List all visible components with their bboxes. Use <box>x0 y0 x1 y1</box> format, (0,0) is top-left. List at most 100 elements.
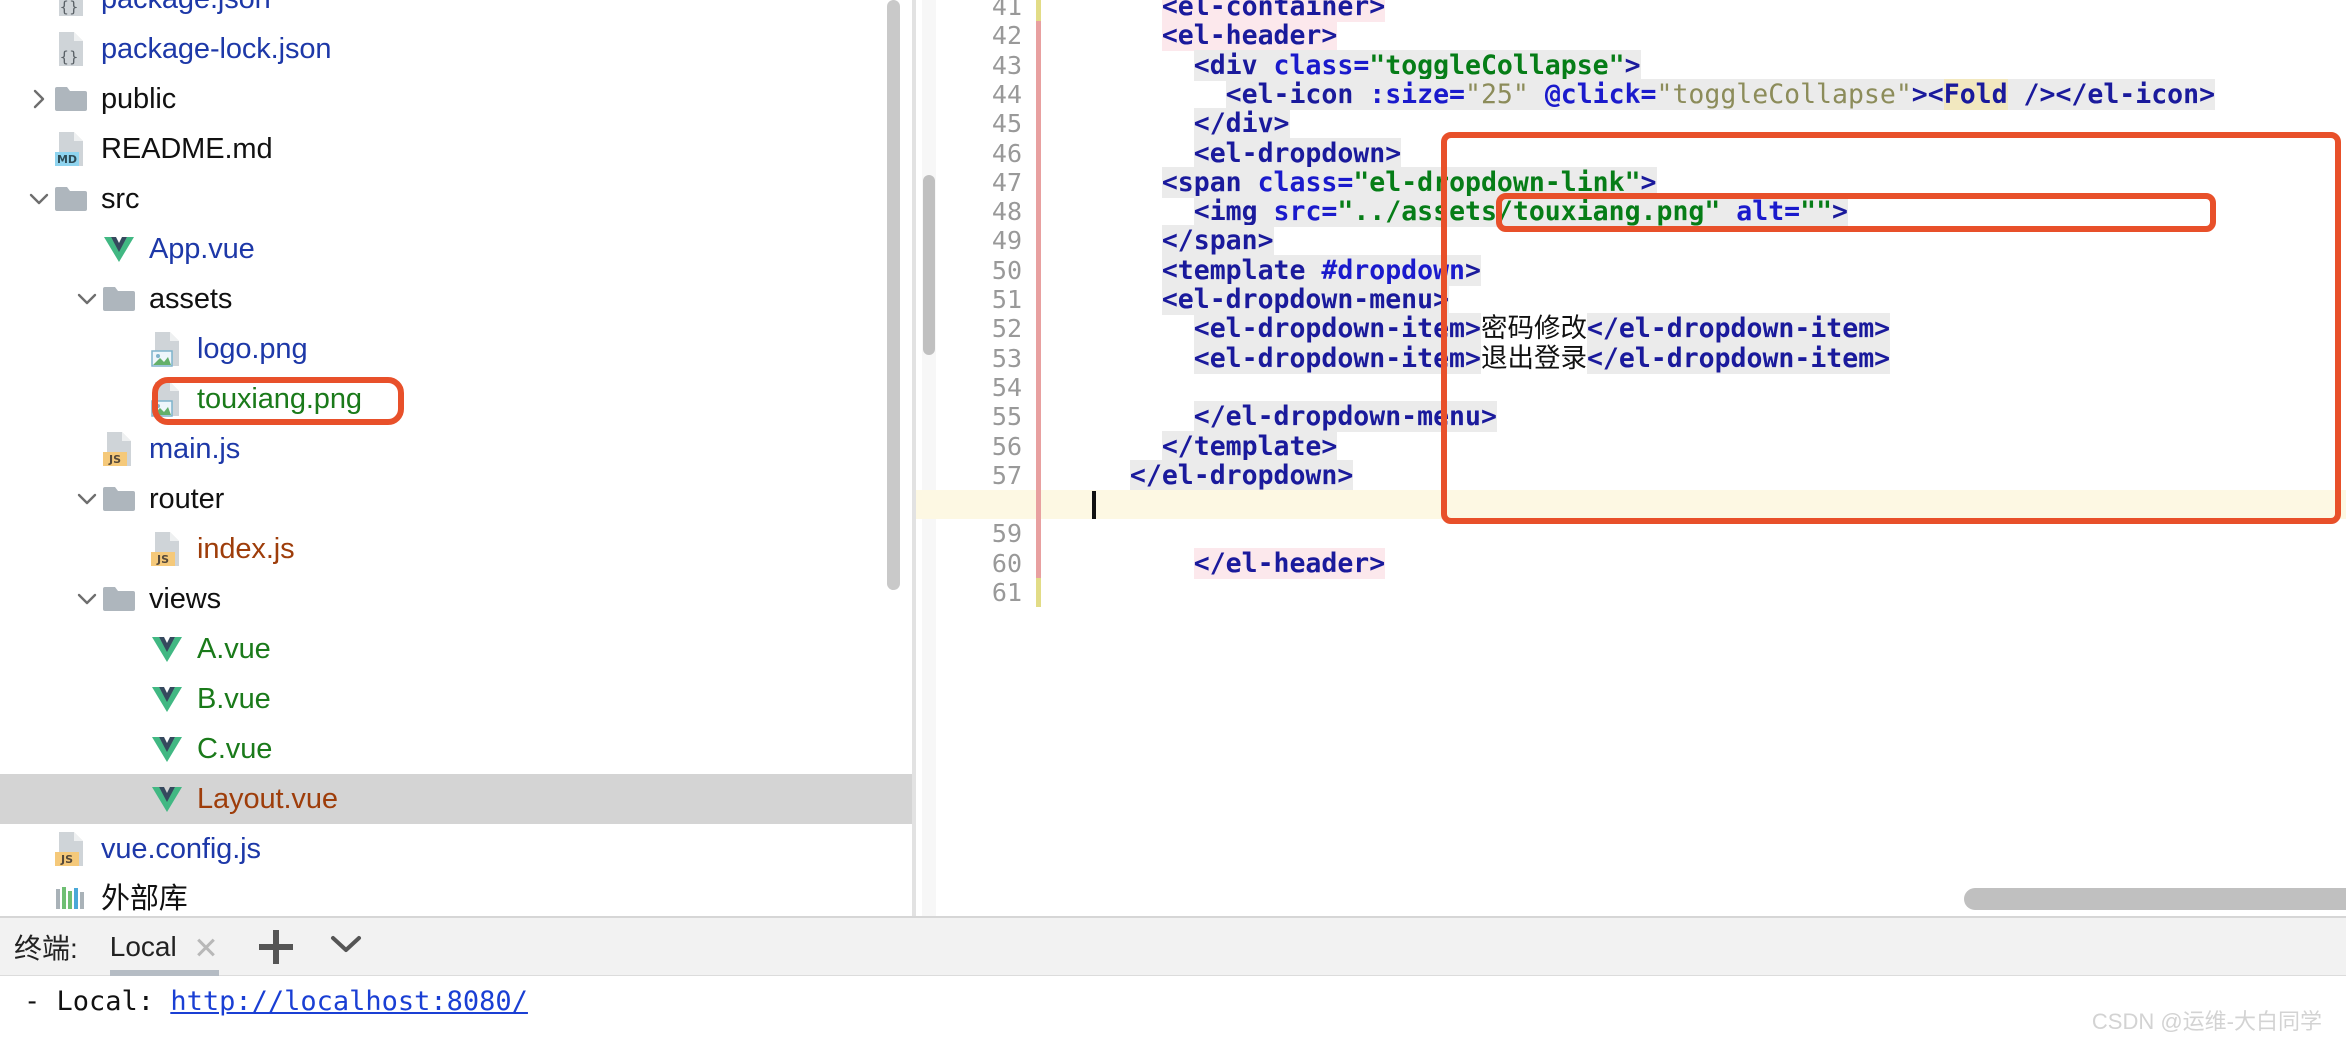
vue-file-icon <box>148 680 186 718</box>
tree-item-label: router <box>149 482 225 515</box>
code-line-50[interactable]: <template #dropdown> <box>1098 254 2346 286</box>
tree-arrow-placeholder <box>26 836 52 862</box>
project-tree-scroll[interactable]: {} package.json {} package-lock.json public M… <box>0 0 912 916</box>
tree-item-label: Layout.vue <box>197 782 338 815</box>
plus-icon[interactable] <box>258 929 293 964</box>
line-number: 56 <box>991 431 1022 461</box>
tree-arrow-placeholder <box>26 0 52 12</box>
chevron-down-icon[interactable] <box>74 486 100 512</box>
folder-icon <box>52 180 90 218</box>
tree-item-package-lock-json[interactable]: {} package-lock.json <box>0 24 912 74</box>
tree-item-logo-png[interactable]: logo.png <box>0 324 912 374</box>
line-number: 41 <box>991 0 1022 21</box>
code-line-60[interactable]: </el-header> <box>1098 547 2346 579</box>
tree-arrow-placeholder <box>122 736 148 762</box>
project-tree-scrollbar-thumb[interactable] <box>887 0 900 590</box>
tree-item-views[interactable]: views <box>0 574 912 624</box>
editor-horizontal-scrollbar-thumb[interactable] <box>1964 888 2346 910</box>
image-file-icon <box>148 330 186 368</box>
tree-item-readme-md[interactable]: MD README.md <box>0 124 912 174</box>
line-number: 61 <box>991 578 1022 607</box>
code-line-42[interactable]: <el-header> <box>1098 20 2346 52</box>
terminal-output[interactable]: - Local: http://localhost:8080/ <box>0 976 2346 1046</box>
code-line-48[interactable]: <img src="../assets/touxiang.png" alt=""… <box>1098 196 2346 228</box>
vcs-change-stripe <box>1036 21 1041 578</box>
code-line-54[interactable] <box>1098 373 2346 402</box>
tree-item-touxiang-png[interactable]: touxiang.png <box>0 374 912 424</box>
line-number: 45 <box>991 109 1022 139</box>
tree-item-external-libraries[interactable]: 外部库 <box>0 874 912 916</box>
editor-fold-column[interactable] <box>1047 0 1093 916</box>
tree-item-label: B.vue <box>197 682 271 715</box>
tree-item-assets[interactable]: assets <box>0 274 912 324</box>
code-line-61[interactable] <box>1098 578 2346 607</box>
code-line-57[interactable]: </el-dropdown> <box>1098 459 2346 491</box>
code-line-59[interactable] <box>1098 519 2346 548</box>
tree-arrow-placeholder <box>26 886 52 912</box>
vue-file-icon <box>148 730 186 768</box>
external-library-icon <box>52 880 90 916</box>
tree-item-label: 外部库 <box>101 882 188 915</box>
tree-item-layout-vue[interactable]: Layout.vue <box>0 774 912 824</box>
chevron-down-icon[interactable] <box>74 586 100 612</box>
editor-left-scrollbar-thumb[interactable] <box>923 175 935 355</box>
editor-line-number-gutter[interactable]: 4142434445464748495051525354555657585960… <box>940 0 1032 916</box>
tree-arrow-placeholder <box>122 536 148 562</box>
line-number: 46 <box>991 138 1022 168</box>
project-tree-scrollbar[interactable] <box>887 0 900 870</box>
chevron-down-icon[interactable] <box>74 286 100 312</box>
code-line-46[interactable]: <el-dropdown> <box>1098 137 2346 169</box>
tree-item-index-js[interactable]: JS index.js <box>0 524 912 574</box>
code-line-45[interactable]: </div> <box>1098 108 2346 140</box>
tree-item-label: C.vue <box>197 732 273 765</box>
code-line-52[interactable]: <el-dropdown-item>密码修改</el-dropdown-item… <box>1098 313 2346 345</box>
code-line-41[interactable]: <el-container> <box>1098 0 2346 22</box>
code-line-53[interactable]: <el-dropdown-item>退出登录</el-dropdown-item… <box>1098 342 2346 374</box>
terminal-panel: 终端: Local - Local: http://localhost:8080… <box>0 916 2346 1046</box>
editor-code-area[interactable]: <el-container> <el-header> <div class="t… <box>916 0 2346 916</box>
terminal-tab-label: Local <box>109 930 177 962</box>
tree-item-vue-config-js[interactable]: JS vue.config.js <box>0 824 912 874</box>
chevron-down-icon[interactable] <box>26 186 52 212</box>
line-number: 54 <box>991 372 1022 402</box>
code-line-44[interactable]: <el-icon :size="25" @click="toggleCollap… <box>1098 78 2346 110</box>
code-line-51[interactable]: <el-dropdown-menu> <box>1098 284 2346 315</box>
close-icon[interactable] <box>193 934 219 960</box>
line-number: 50 <box>991 255 1022 285</box>
terminal-panel-label: 终端: <box>14 932 78 964</box>
editor-horizontal-scrollbar[interactable] <box>1098 888 2346 910</box>
tree-item-label: views <box>149 582 222 615</box>
vue-file-icon <box>148 780 186 818</box>
chevron-right-icon[interactable] <box>26 86 52 112</box>
tree-arrow-placeholder <box>74 436 100 462</box>
tree-item-main-js[interactable]: JS main.js <box>0 424 912 474</box>
svg-text:JS: JS <box>108 453 121 466</box>
code-line-43[interactable]: <div class="toggleCollapse"> <box>1098 49 2346 81</box>
tree-item-b-vue[interactable]: B.vue <box>0 674 912 724</box>
tree-item-a-vue[interactable]: A.vue <box>0 624 912 674</box>
code-line-55[interactable]: </el-dropdown-menu> <box>1098 401 2346 433</box>
tree-item-c-vue[interactable]: C.vue <box>0 724 912 774</box>
code-line-58[interactable] <box>1098 490 2346 519</box>
chevron-down-icon[interactable] <box>329 933 363 960</box>
folder-icon <box>52 80 90 118</box>
code-line-47[interactable]: <span class="el-dropdown-link"> <box>1098 166 2346 198</box>
terminal-local-url[interactable]: http://localhost:8080/ <box>170 986 528 1017</box>
tree-item-package-json[interactable]: {} package.json <box>0 0 912 24</box>
editor-left-scrollbar[interactable] <box>922 0 936 916</box>
tree-item-src[interactable]: src <box>0 174 912 224</box>
tree-item-app-vue[interactable]: App.vue <box>0 224 912 274</box>
tree-item-label: package.json <box>90 0 271 14</box>
code-line-49[interactable]: </span> <box>1098 225 2346 257</box>
folder-icon <box>100 480 138 518</box>
vue-file-icon <box>100 230 138 268</box>
js-file-icon: JS <box>100 430 138 468</box>
code-line-56[interactable]: </template> <box>1098 430 2346 462</box>
tree-item-public[interactable]: public <box>0 74 912 124</box>
line-number: 42 <box>991 21 1022 51</box>
terminal-tab-local[interactable]: Local <box>109 918 219 976</box>
tree-arrow-placeholder <box>26 136 52 162</box>
tree-item-router[interactable]: router <box>0 474 912 524</box>
tree-arrow-placeholder <box>74 236 100 262</box>
line-number: 59 <box>991 519 1022 549</box>
